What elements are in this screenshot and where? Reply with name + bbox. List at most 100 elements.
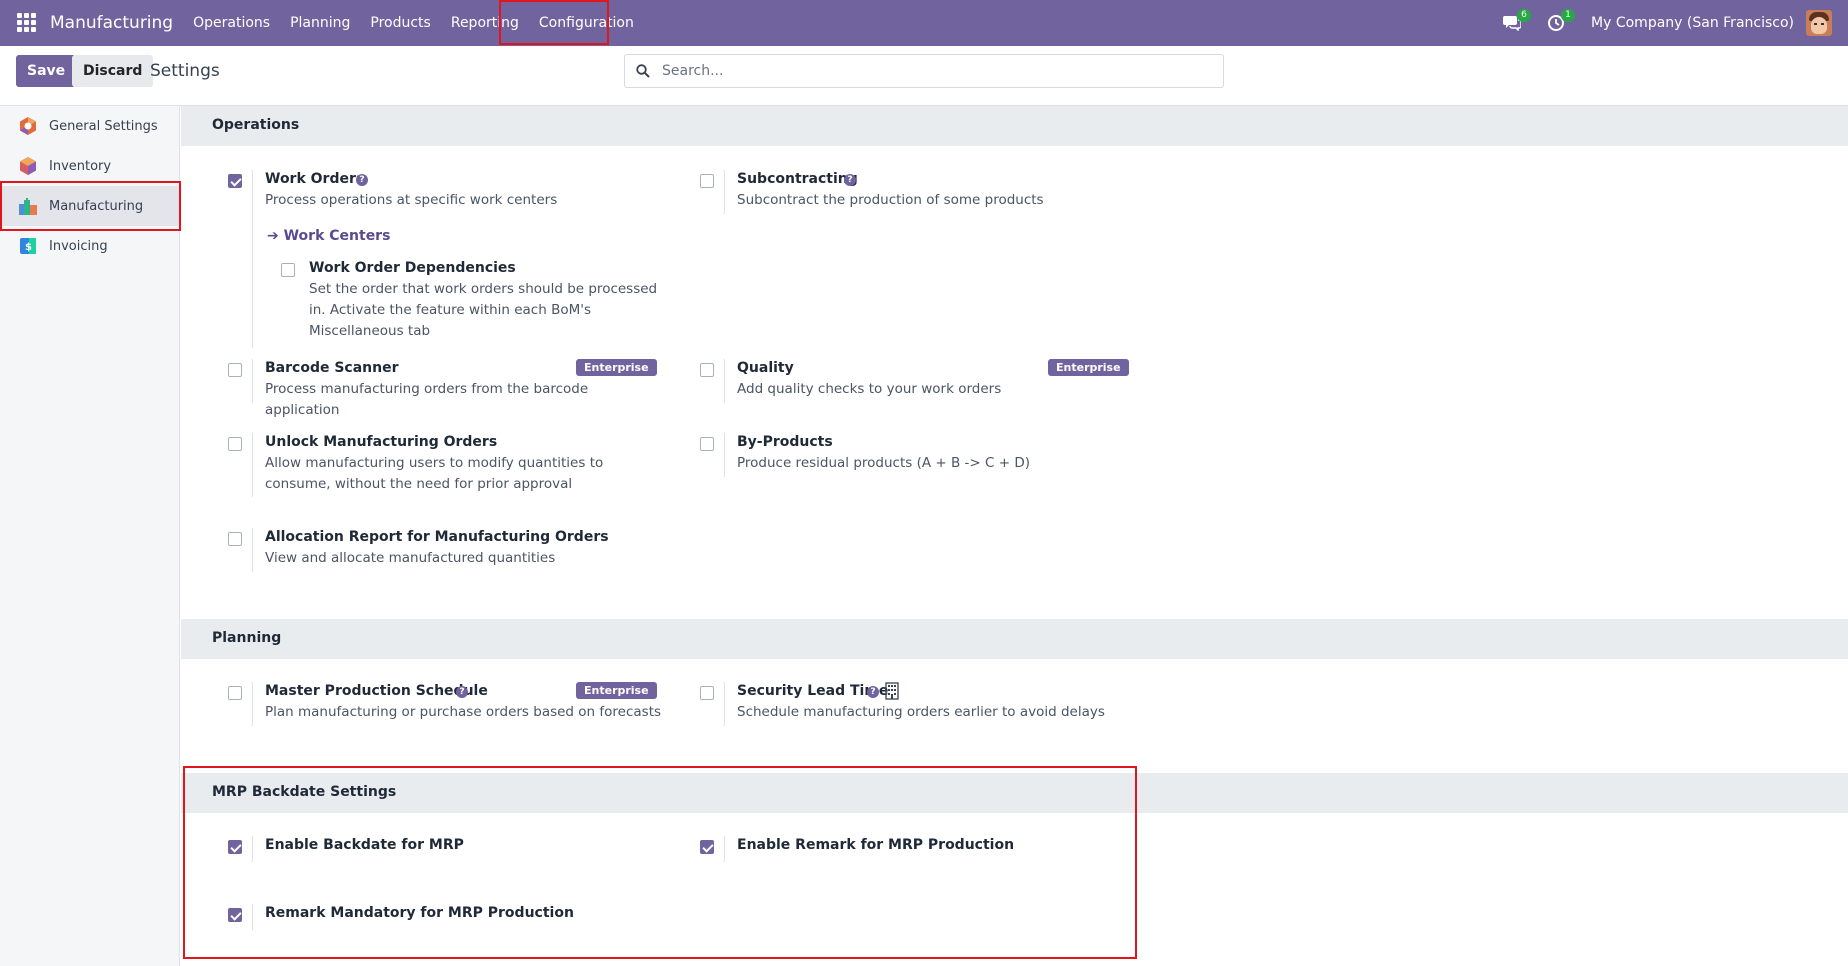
security-lead-time-desc: Schedule manufacturing orders earlier to… <box>737 704 1105 720</box>
company-building-icon <box>885 682 899 700</box>
activities-count-badge: 1 <box>1561 9 1576 22</box>
apps-menu-icon[interactable] <box>17 13 37 33</box>
divider <box>724 682 725 726</box>
manufacturing-icon <box>19 198 37 215</box>
work-centers-link[interactable]: ➔ Work Centers <box>267 228 390 244</box>
settings-sidebar: General Settings Inventory Manufacturing… <box>0 106 180 966</box>
mps-checkbox[interactable] <box>228 686 242 700</box>
messages-icon[interactable]: 6 <box>1497 8 1532 38</box>
work-order-dependencies-desc: Set the order that work orders should be… <box>309 281 658 339</box>
company-switcher[interactable]: My Company (San Francisco) <box>1591 15 1794 31</box>
allocation-report-title: Allocation Report for Manufacturing Orde… <box>265 529 609 545</box>
control-panel: Save Discard Settings <box>0 46 1848 106</box>
help-icon[interactable]: ? <box>356 174 368 186</box>
quality-desc: Add quality checks to your work orders <box>737 381 1002 397</box>
unlock-mo-title: Unlock Manufacturing Orders <box>265 434 498 450</box>
mps-desc: Plan manufacturing or purchase orders ba… <box>265 704 662 720</box>
allocation-report-desc: View and allocate manufactured quantitie… <box>265 550 556 566</box>
work-orders-desc: Process operations at specific work cent… <box>265 192 558 208</box>
search-input[interactable] <box>662 63 1202 79</box>
enable-remark-title: Enable Remark for MRP Production <box>737 837 1015 853</box>
save-button[interactable]: Save <box>16 55 77 87</box>
enable-backdate-checkbox[interactable] <box>228 840 242 854</box>
enable-backdate-title: Enable Backdate for MRP <box>265 837 464 853</box>
menu-operations[interactable]: Operations <box>183 0 280 46</box>
sidebar-item-manufacturing[interactable]: Manufacturing <box>0 186 180 226</box>
menu-reporting[interactable]: Reporting <box>441 0 529 46</box>
search-bar[interactable] <box>624 54 1224 88</box>
top-navbar: Manufacturing Operations Planning Produc… <box>0 0 1848 46</box>
divider <box>252 904 253 930</box>
sidebar-item-label: Manufacturing <box>49 198 144 214</box>
settings-main: Operations Work Orders ? Process operati… <box>181 106 1848 966</box>
menu-products[interactable]: Products <box>360 0 440 46</box>
work-order-dependencies-title: Work Order Dependencies <box>309 260 516 276</box>
sidebar-item-inventory[interactable]: Inventory <box>0 146 180 186</box>
user-avatar[interactable] <box>1806 10 1832 36</box>
systray: 6 1 My Company (San Francisco) <box>1497 0 1848 46</box>
barcode-scanner-desc: Process manufacturing orders from the ba… <box>265 381 589 418</box>
quality-checkbox[interactable] <box>700 363 714 377</box>
sidebar-item-general-settings[interactable]: General Settings <box>0 106 180 146</box>
security-lead-time-checkbox[interactable] <box>700 686 714 700</box>
security-lead-time-title: Security Lead Time <box>737 683 889 699</box>
discard-button[interactable]: Discard <box>72 55 154 87</box>
page-title: Settings <box>150 61 220 81</box>
work-centers-label: Work Centers <box>283 228 391 244</box>
divider <box>724 359 725 403</box>
remark-mandatory-title: Remark Mandatory for MRP Production <box>265 905 574 921</box>
menu-planning[interactable]: Planning <box>280 0 360 46</box>
section-title: Planning <box>212 630 282 646</box>
svg-text:$: $ <box>25 242 32 253</box>
work-orders-checkbox[interactable] <box>228 174 242 188</box>
subcontracting-title: Subcontracting <box>737 171 858 187</box>
help-icon[interactable]: ? <box>867 686 879 698</box>
divider <box>252 682 253 726</box>
menu-configuration[interactable]: Configuration <box>529 0 644 46</box>
enterprise-badge: Enterprise <box>576 682 657 699</box>
divider <box>724 170 725 214</box>
section-header-mrp-backdate: MRP Backdate Settings <box>181 773 1848 813</box>
byproducts-desc: Produce residual products (A + B -> C + … <box>737 455 1030 471</box>
odoo-settings-icon <box>20 117 36 135</box>
section-header-planning: Planning <box>181 619 1848 659</box>
divider <box>724 433 725 477</box>
main-menu: Operations Planning Products Reporting C… <box>183 0 644 46</box>
divider <box>252 433 253 497</box>
activities-icon[interactable]: 1 <box>1541 8 1576 38</box>
unlock-mo-desc: Allow manufacturing users to modify quan… <box>265 455 604 492</box>
barcode-scanner-checkbox[interactable] <box>228 363 242 377</box>
enable-remark-checkbox[interactable] <box>700 840 714 854</box>
mps-title: Master Production Schedule <box>265 683 488 699</box>
sidebar-item-invoicing[interactable]: $ Invoicing <box>0 226 180 266</box>
divider <box>252 528 253 572</box>
section-header-operations: Operations <box>181 106 1848 146</box>
byproducts-title: By-Products <box>737 434 833 450</box>
quality-title: Quality <box>737 360 794 376</box>
divider <box>252 836 253 862</box>
unlock-mo-checkbox[interactable] <box>228 437 242 451</box>
divider <box>252 170 253 348</box>
help-icon[interactable]: ? <box>456 686 468 698</box>
inventory-icon <box>20 157 36 175</box>
app-name[interactable]: Manufacturing <box>50 13 173 33</box>
subcontracting-checkbox[interactable] <box>700 174 714 188</box>
sidebar-item-label: Inventory <box>49 158 112 174</box>
section-title: MRP Backdate Settings <box>212 784 397 800</box>
allocation-report-checkbox[interactable] <box>228 532 242 546</box>
enterprise-badge: Enterprise <box>576 359 657 376</box>
invoicing-icon: $ <box>20 238 36 254</box>
arrow-right-icon: ➔ <box>267 228 279 244</box>
subcontracting-desc: Subcontract the production of some produ… <box>737 192 1044 208</box>
work-order-dependencies-checkbox[interactable] <box>281 263 295 277</box>
remark-mandatory-checkbox[interactable] <box>228 908 242 922</box>
sidebar-item-label: Invoicing <box>49 238 108 254</box>
barcode-scanner-title: Barcode Scanner <box>265 360 399 376</box>
sidebar-item-label: General Settings <box>49 118 158 134</box>
search-icon <box>636 64 650 78</box>
divider <box>252 359 253 403</box>
messages-count-badge: 6 <box>1517 9 1532 22</box>
byproducts-checkbox[interactable] <box>700 437 714 451</box>
help-icon[interactable]: ? <box>844 174 856 186</box>
work-orders-title: Work Orders <box>265 171 365 187</box>
